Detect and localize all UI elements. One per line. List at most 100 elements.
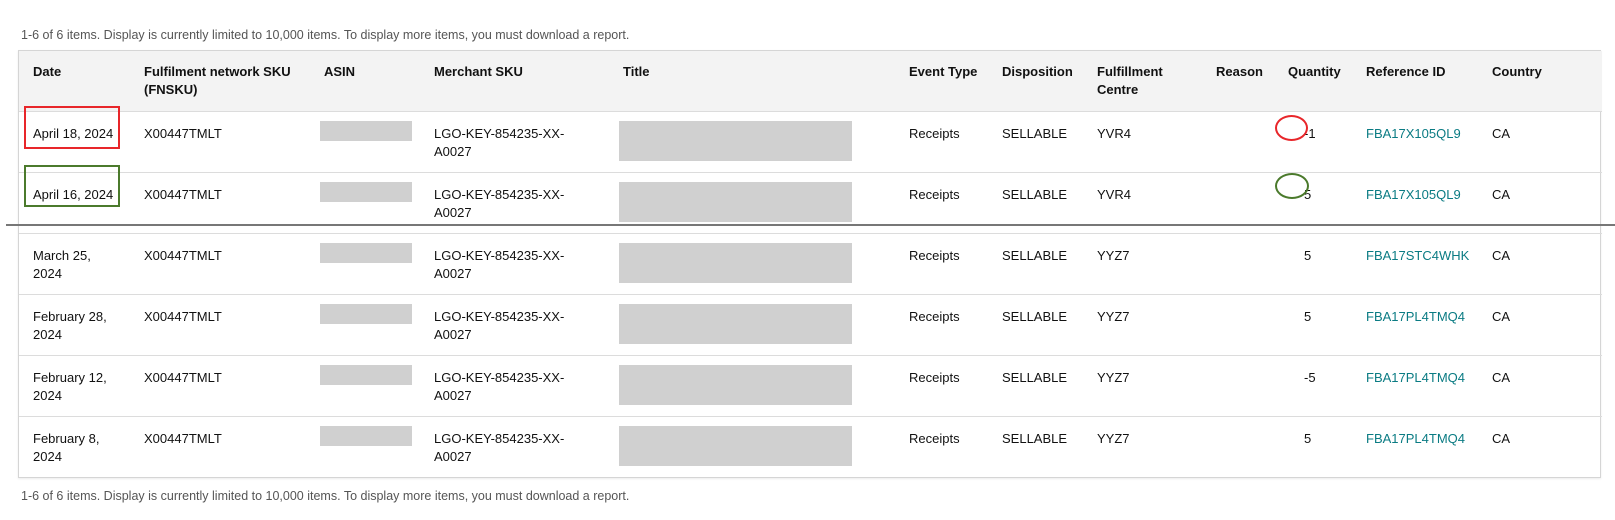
cell-title: [609, 233, 895, 295]
column-header-merchant-sku[interactable]: Merchant SKU: [420, 51, 609, 112]
cell-quantity: 5: [1274, 294, 1352, 356]
redacted-asin: [320, 364, 412, 385]
cell-fnsku: X00447TMLT: [130, 355, 310, 417]
inventory-events-table: Date Fulfilment network SKU (FNSKU) ASIN…: [19, 51, 1602, 477]
cell-country: CA: [1478, 294, 1602, 356]
column-header-fnsku[interactable]: Fulfilment network SKU (FNSKU): [130, 51, 310, 112]
cell-country: CA: [1478, 233, 1602, 295]
cell-reference-id: FBA17X105QL9: [1352, 111, 1478, 173]
redacted-title: [619, 364, 852, 405]
reference-id-link[interactable]: FBA17X105QL9: [1366, 126, 1461, 141]
column-header-reference-id[interactable]: Reference ID: [1352, 51, 1478, 112]
redacted-asin: [320, 120, 412, 141]
cell-fnsku: X00447TMLT: [130, 294, 310, 356]
cell-merchant-sku: LGO-KEY-854235-XX-A0027: [420, 233, 609, 295]
cell-event-type: Receipts: [895, 111, 988, 173]
cell-fulfillment-centre: YYZ7: [1083, 233, 1202, 295]
cell-fulfillment-centre: YYZ7: [1097, 430, 1130, 446]
redacted-title: [619, 120, 852, 161]
cell-event-type: Receipts: [909, 430, 960, 446]
column-header-date[interactable]: Date: [19, 51, 130, 112]
cell-reason: [1202, 233, 1274, 295]
cell-reference-id: FBA17PL4TMQ4: [1352, 416, 1478, 477]
column-header-reason[interactable]: Reason: [1202, 51, 1274, 112]
reference-id-link[interactable]: FBA17PL4TMQ4: [1366, 309, 1465, 324]
inventory-events-table-container: Date Fulfilment network SKU (FNSKU) ASIN…: [18, 50, 1602, 478]
table-row: March 25, 2024 X00447TMLT LGO-KEY-854235…: [19, 233, 1602, 295]
table-row: February 12, 2024 X00447TMLT LGO-KEY-854…: [19, 355, 1602, 417]
cell-merchant-sku: LGO-KEY-854235-XX-A0027: [420, 294, 609, 356]
cell-fulfillment-centre: YYZ7: [1083, 294, 1202, 356]
column-header-asin[interactable]: ASIN: [310, 51, 420, 112]
cell-quantity: 5: [1304, 430, 1312, 446]
cell-fnsku: X00447TMLT: [130, 233, 310, 295]
cell-title: [609, 416, 895, 477]
cell-event-type: Receipts: [895, 355, 988, 417]
cell-date: February 8, 2024: [33, 430, 100, 464]
redacted-asin: [320, 303, 412, 324]
cell-fnsku: X00447TMLT: [130, 111, 310, 173]
redacted-asin: [320, 425, 412, 446]
redacted-asin: [320, 181, 412, 202]
cell-event-type: Receipts: [895, 294, 988, 356]
cell-reason: [1202, 416, 1274, 477]
reference-id-link[interactable]: FBA17STC4WHK: [1366, 248, 1469, 263]
cell-fulfillment-centre: YYZ7: [1083, 355, 1202, 417]
table-header-row: Date Fulfilment network SKU (FNSKU) ASIN…: [19, 51, 1602, 112]
cell-country: CA: [1492, 430, 1511, 446]
column-header-country[interactable]: Country: [1478, 51, 1602, 112]
cell-reference-id: FBA17STC4WHK: [1352, 233, 1478, 295]
cell-reason: [1202, 111, 1274, 173]
annotation-red-circle: [1275, 115, 1308, 141]
cell-disposition: SELLABLE: [988, 111, 1083, 173]
cell-disposition: SELLABLE: [988, 355, 1083, 417]
cell-title: [609, 294, 895, 356]
column-header-disposition[interactable]: Disposition: [988, 51, 1083, 112]
cell-country: CA: [1478, 355, 1602, 417]
redacted-title: [619, 425, 852, 466]
cell-reference-id: FBA17PL4TMQ4: [1352, 355, 1478, 417]
annotation-green-box: [24, 165, 120, 207]
cell-asin: [310, 294, 420, 356]
annotation-green-circle: [1275, 173, 1309, 199]
cell-title: [609, 111, 895, 173]
cell-title: [609, 355, 895, 417]
cell-fnsku: X00447TMLT: [144, 430, 222, 446]
items-summary-top: 1-6 of 6 items. Display is currently lim…: [21, 28, 630, 42]
redacted-title: [619, 242, 852, 283]
cell-fulfillment-centre: YVR4: [1083, 111, 1202, 173]
cell-asin: [310, 416, 420, 477]
cell-event-type: Receipts: [895, 233, 988, 295]
column-header-title[interactable]: Title: [609, 51, 895, 112]
column-header-quantity[interactable]: Quantity: [1274, 51, 1352, 112]
table-row: April 18, 2024 X00447TMLT LGO-KEY-854235…: [19, 111, 1602, 173]
reference-id-link[interactable]: FBA17PL4TMQ4: [1366, 370, 1465, 385]
cell-country: CA: [1478, 111, 1602, 173]
cell-asin: [310, 111, 420, 173]
table-row: February 8, 2024 X00447TMLT LGO-KEY-8542…: [19, 416, 1602, 477]
reference-id-link[interactable]: FBA17X105QL9: [1366, 187, 1461, 202]
cell-reason: [1202, 294, 1274, 356]
cell-disposition: SELLABLE: [988, 294, 1083, 356]
cell-disposition: SELLABLE: [1002, 430, 1068, 446]
cell-quantity: 5: [1274, 233, 1352, 295]
column-header-event-type[interactable]: Event Type: [895, 51, 988, 112]
cell-reason: [1202, 355, 1274, 417]
cell-quantity: -5: [1274, 355, 1352, 417]
cell-asin: [310, 233, 420, 295]
table-row: February 28, 2024 X00447TMLT LGO-KEY-854…: [19, 294, 1602, 356]
column-header-fulfillment-centre[interactable]: Fulfillment Centre: [1083, 51, 1202, 112]
cell-merchant-sku: LGO-KEY-854235-XX-A0027: [420, 355, 609, 417]
cell-disposition: SELLABLE: [988, 233, 1083, 295]
items-summary-bottom: 1-6 of 6 items. Display is currently lim…: [21, 489, 630, 503]
cell-date: February 12, 2024: [19, 355, 130, 417]
redacted-title: [619, 303, 852, 344]
annotation-divider-line: [6, 224, 1615, 226]
cell-reference-id: FBA17PL4TMQ4: [1352, 294, 1478, 356]
reference-id-link[interactable]: FBA17PL4TMQ4: [1366, 431, 1465, 446]
cell-merchant-sku: LGO-KEY-854235-XX-A0027: [420, 111, 609, 173]
redacted-asin: [320, 242, 412, 263]
cell-asin: [310, 355, 420, 417]
cell-date: March 25, 2024: [19, 233, 130, 295]
annotation-red-box: [24, 106, 120, 149]
